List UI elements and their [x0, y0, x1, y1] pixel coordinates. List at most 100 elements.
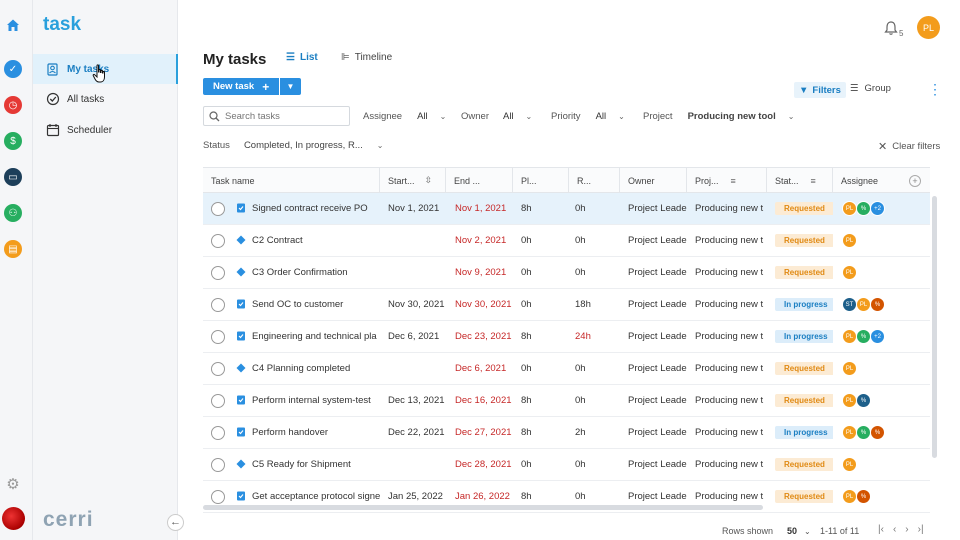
column-header-start[interactable]: Start... ⇳ — [380, 168, 446, 193]
avatar[interactable]: % — [856, 329, 871, 344]
column-header-end[interactable]: End ... — [446, 168, 513, 193]
complete-checkbox[interactable] — [211, 426, 225, 440]
money-icon[interactable]: $ — [4, 132, 22, 150]
rows-shown-control[interactable]: Rows shown 50 ⌄ — [722, 526, 811, 536]
table-row[interactable]: Send OC to customer Nov 30, 2021 Nov 30, 2… — [203, 289, 930, 321]
column-header-remaining[interactable]: R... — [569, 168, 620, 193]
complete-checkbox[interactable] — [211, 202, 225, 216]
status-filter[interactable]: Status Completed, In progress, R... ⌄ — [203, 140, 383, 151]
page-title: My tasks — [203, 51, 267, 68]
group-icon: ☰ — [850, 83, 859, 94]
table-row[interactable]: Perform handover Dec 22, 2021 Dec 27, 2021… — [203, 417, 930, 449]
task-checklist-icon — [237, 395, 245, 405]
avatar[interactable]: PL — [856, 297, 871, 312]
avatar[interactable]: % — [856, 393, 871, 408]
tab-timeline[interactable]: ⊫ Timeline — [341, 52, 392, 63]
table-row[interactable]: Signed contract receive PO Nov 1, 2021 Nov… — [203, 193, 930, 225]
avatar[interactable]: % — [856, 201, 871, 216]
assignee-cell: PL% +2 — [842, 321, 902, 352]
avatar[interactable]: ST — [842, 297, 857, 312]
avatar[interactable]: PL — [842, 393, 857, 408]
home-icon[interactable] — [6, 18, 20, 32]
add-column-button[interactable]: + — [903, 168, 930, 193]
group-button[interactable]: ☰ Group — [850, 83, 891, 94]
search-input[interactable] — [225, 110, 345, 122]
avatar[interactable]: % — [870, 297, 885, 312]
tab-list[interactable]: ☰ List — [286, 52, 318, 63]
complete-checkbox[interactable] — [211, 458, 225, 472]
filters-button[interactable]: ▼ Filters — [794, 82, 846, 98]
check-icon[interactable]: ✓ — [4, 60, 22, 78]
next-page-icon[interactable]: › — [905, 524, 908, 535]
user-avatar[interactable]: PL — [917, 16, 940, 39]
avatar[interactable]: PL — [842, 425, 857, 440]
table-row[interactable]: C4 Planning completed Dec 6, 2021 0h 0h Proj… — [203, 353, 930, 385]
avatar[interactable]: % — [856, 425, 871, 440]
complete-checkbox[interactable] — [211, 490, 225, 504]
table-row[interactable]: C2 Contract Nov 2, 2021 0h 0h Project Leade P… — [203, 225, 930, 257]
status-badge: Requested — [775, 394, 833, 407]
avatar[interactable]: PL — [842, 233, 857, 248]
prev-page-icon[interactable]: ‹ — [893, 524, 896, 535]
column-header-status[interactable]: Stat... ≡ — [767, 168, 833, 193]
vertical-scrollbar[interactable] — [932, 196, 937, 458]
complete-checkbox[interactable] — [211, 266, 225, 280]
people-icon[interactable]: ⚇ — [4, 204, 22, 222]
avatar[interactable]: PL — [842, 265, 857, 280]
task-checklist-icon — [237, 331, 245, 341]
clear-filters-button[interactable]: ✕ Clear filters — [878, 140, 940, 153]
sidebar-item-scheduler[interactable]: Scheduler — [33, 115, 178, 145]
table-row[interactable]: Perform internal system-test Dec 13, 2021… — [203, 385, 930, 417]
column-header-owner[interactable]: Owner — [620, 168, 687, 193]
avatar[interactable]: +2 — [870, 201, 885, 216]
timer-icon[interactable]: ◷ — [4, 96, 22, 114]
assignee-filter[interactable]: Assignee All ⌄ — [363, 111, 446, 122]
avatar[interactable]: PL — [842, 489, 857, 504]
avatar[interactable]: % — [870, 425, 885, 440]
planned-cell: 8h — [521, 427, 532, 438]
bell-icon[interactable] — [883, 20, 899, 36]
folder-icon[interactable]: ▭ — [4, 168, 22, 186]
column-header-planned[interactable]: Pl... — [513, 168, 569, 193]
collapse-sidebar-button[interactable]: ← — [167, 514, 184, 531]
filter-label: Project — [643, 111, 673, 122]
new-task-button[interactable]: New task + — [203, 78, 279, 95]
task-checklist-icon — [237, 427, 245, 437]
user-orb-avatar[interactable] — [2, 507, 25, 530]
owner-filter[interactable]: Owner All ⌄ — [461, 111, 532, 122]
assignee-cell: ST PL% — [842, 289, 902, 320]
end-cell: Dec 16, 2021 — [455, 395, 512, 406]
first-page-icon[interactable]: |‹ — [878, 524, 884, 535]
more-options-icon[interactable]: ⋮ — [928, 82, 942, 98]
table-row[interactable]: C5 Ready for Shipment Dec 28, 2021 0h 0h Pro… — [203, 449, 930, 481]
column-header-project[interactable]: Proj... ≡ — [687, 168, 767, 193]
complete-checkbox[interactable] — [211, 234, 225, 248]
table-row[interactable]: Engineering and technical pla Dec 6, 2021… — [203, 321, 930, 353]
status-badge: Requested — [775, 266, 833, 279]
planned-cell: 8h — [521, 395, 532, 406]
table-row[interactable]: C3 Order Confirmation Nov 9, 2021 0h 0h Proj… — [203, 257, 930, 289]
complete-checkbox[interactable] — [211, 298, 225, 312]
project-filter[interactable]: Project Producing new tool ⌄ — [643, 111, 794, 122]
chevron-down-icon: ⌄ — [525, 112, 533, 121]
new-task-dropdown-button[interactable]: ▼ — [280, 78, 301, 95]
avatar[interactable]: PL — [842, 329, 857, 344]
briefcase-icon[interactable]: ▤ — [4, 240, 22, 258]
avatar[interactable]: +2 — [870, 329, 885, 344]
complete-checkbox[interactable] — [211, 394, 225, 408]
column-header-assignee[interactable]: Assignee — [833, 168, 903, 193]
column-header-task-name[interactable]: Task name — [203, 168, 380, 193]
complete-checkbox[interactable] — [211, 330, 225, 344]
horizontal-scrollbar[interactable] — [203, 505, 763, 510]
complete-checkbox[interactable] — [211, 362, 225, 376]
gear-icon[interactable]: ⚙ — [5, 477, 21, 493]
avatar[interactable]: % — [856, 489, 871, 504]
name-cell: C3 Order Confirmation — [252, 267, 348, 278]
sidebar-item-all-tasks[interactable]: All tasks — [33, 84, 178, 114]
avatar[interactable]: PL — [842, 361, 857, 376]
last-page-icon[interactable]: ›| — [918, 524, 924, 535]
avatar[interactable]: PL — [842, 201, 857, 216]
search-box — [203, 106, 350, 126]
priority-filter[interactable]: Priority All ⌄ — [551, 111, 625, 122]
avatar[interactable]: PL — [842, 457, 857, 472]
